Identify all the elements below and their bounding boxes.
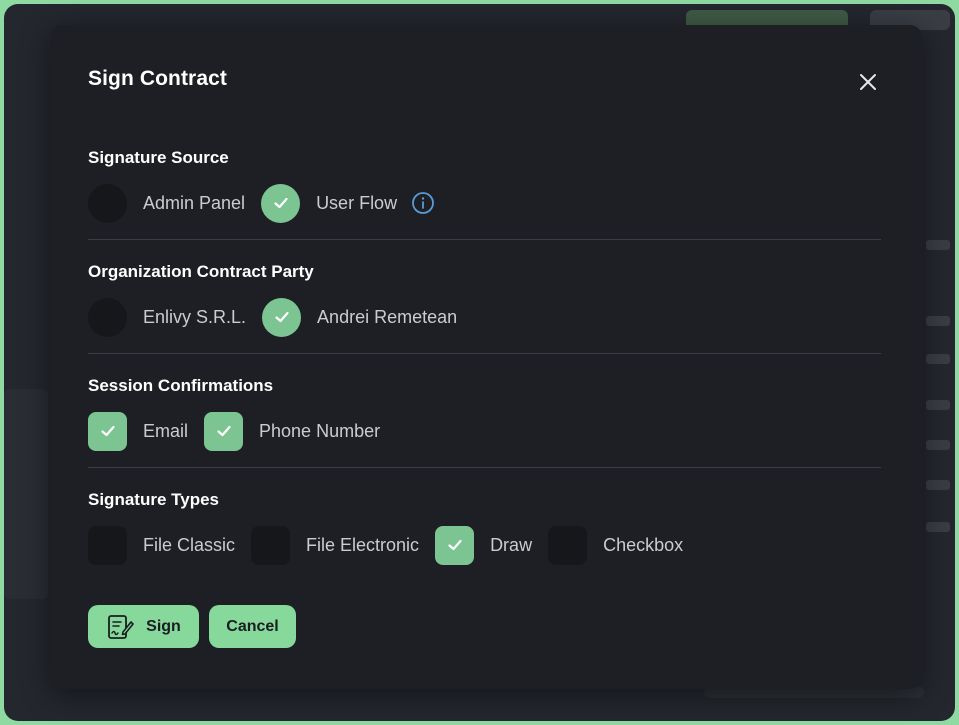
radio-unchecked[interactable] [88,297,127,337]
checkbox-checked[interactable] [88,411,127,451]
option-label: Phone Number [259,420,381,441]
organization-party-section: Organization Contract Party Enlivy S.R.L… [88,261,882,337]
background-text-blurred [926,400,950,410]
checkbox-unchecked[interactable] [548,525,588,565]
section-divider [88,239,881,240]
radio-checked[interactable] [261,183,301,223]
section-title: Organization Contract Party [88,262,314,281]
background-text-blurred [926,240,950,250]
option-label: File Electronic [306,534,420,555]
cancel-button[interactable]: Cancel [209,605,296,648]
background-text-blurred [926,522,950,532]
background-text-blurred [926,440,950,450]
radio-enlivy[interactable]: Enlivy S.R.L. [88,297,247,337]
checkbox-draw[interactable]: Draw [435,525,533,565]
background-panel-blurred [4,389,48,599]
signature-types-section: Signature Types File Classic File Electr… [88,489,882,565]
radio-andrei-remetean[interactable]: Andrei Remetean [262,297,458,337]
section-divider [88,467,881,468]
checkbox-unchecked[interactable] [251,525,291,565]
radio-checked[interactable] [262,297,302,337]
checkbox-checked[interactable] [204,411,244,451]
cancel-button-label: Cancel [226,617,279,635]
close-icon [860,74,876,90]
option-label: Draw [490,534,533,555]
section-title: Signature Types [88,490,219,509]
radio-user-flow[interactable]: User Flow [261,183,398,223]
checkbox-file-classic[interactable]: File Classic [88,525,236,565]
checkbox-checkbox[interactable]: Checkbox [548,525,684,565]
check-icon [273,197,288,209]
checkbox-email[interactable]: Email [88,411,189,451]
check-icon [100,425,115,437]
option-label: Checkbox [603,534,684,555]
radio-unchecked[interactable] [88,183,127,223]
info-button[interactable] [411,191,435,215]
check-icon [447,539,462,551]
option-label: User Flow [316,192,398,213]
checkbox-phone-number[interactable]: Phone Number [204,411,381,451]
option-label: File Classic [143,534,236,555]
background-text-blurred [926,316,950,326]
option-label: Admin Panel [143,192,246,213]
sign-button-label: Sign [146,617,181,635]
section-title: Session Confirmations [88,376,274,395]
close-button[interactable] [856,70,880,94]
checkbox-file-electronic[interactable]: File Electronic [251,525,420,565]
signature-source-section: Signature Source Admin Panel User Flow [88,147,882,223]
info-icon [412,192,434,214]
checkbox-checked[interactable] [435,525,475,565]
session-confirmations-section: Session Confirmations Email Phone Number [88,375,882,451]
checkbox-unchecked[interactable] [88,525,127,565]
section-divider [88,353,881,354]
option-label: Andrei Remetean [317,306,458,327]
sign-button[interactable]: Sign [88,605,199,648]
background-text-blurred [926,480,950,490]
modal-title: Sign Contract [88,67,227,90]
option-label: Enlivy S.R.L. [143,306,247,327]
radio-admin-panel[interactable]: Admin Panel [88,183,246,223]
option-label: Email [143,420,189,441]
contract-sign-icon [106,613,134,641]
check-icon [216,425,231,437]
sign-contract-modal: Sign Contract Signature Source Admin Pan… [50,25,922,689]
background-text-blurred [926,354,950,364]
check-icon [274,311,289,323]
section-title: Signature Source [88,148,229,167]
